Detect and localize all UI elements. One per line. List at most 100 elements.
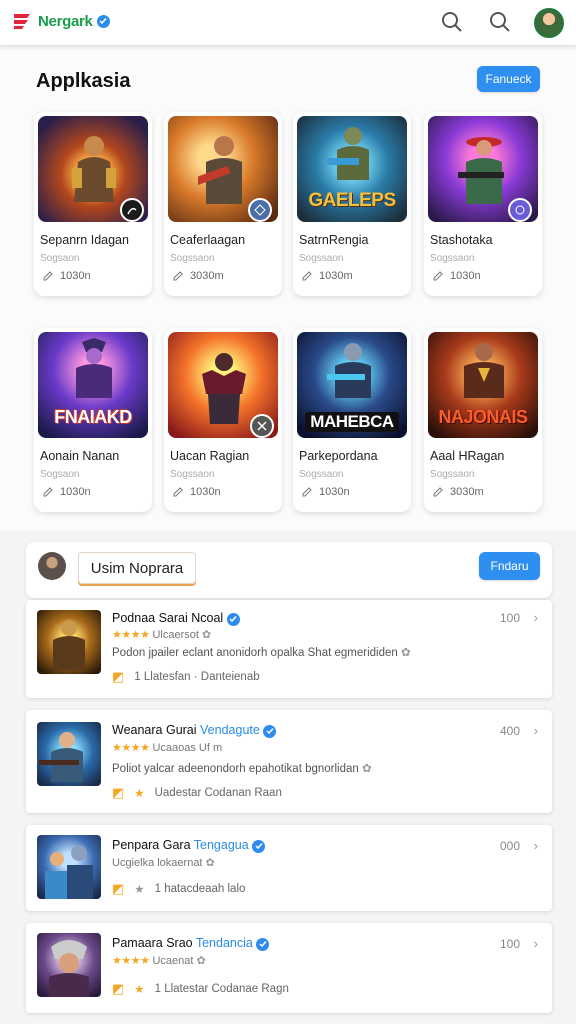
duo-figure-icon xyxy=(45,845,93,899)
app-name: Stashotaka xyxy=(430,233,493,247)
app-name: Ceaferlaagan xyxy=(170,233,246,247)
list-item-title: Penpara Gara Tengagua xyxy=(112,838,266,853)
app-thumbnail: NAJONAIS xyxy=(428,332,538,438)
edit-icon xyxy=(173,271,183,281)
app-name: Uacan Ragian xyxy=(170,449,250,463)
verified-icon xyxy=(96,14,110,28)
app-meta-value: 1030n xyxy=(190,486,221,498)
star-icon: ★ xyxy=(134,788,145,800)
list-item-description: Podon jpailer eclant anonidorh opalka Sh… xyxy=(112,647,411,659)
search-icon[interactable] xyxy=(440,10,464,34)
app-badge-icon xyxy=(248,198,272,222)
chevron-right-icon[interactable]: › xyxy=(534,936,538,951)
app-logo-text: MAHEBCA xyxy=(305,412,399,432)
star-outline-icon: ★ xyxy=(134,884,145,896)
chat-icon: ◩ xyxy=(112,981,125,996)
gunner-figure-icon xyxy=(458,137,504,204)
apps-section-title: Applkasia xyxy=(36,70,131,92)
app-thumbnail: GAELEPS xyxy=(297,116,407,222)
knight-figure-icon xyxy=(464,343,504,398)
app-card[interactable]: MAHEBCA Parkepordana Sogssaon 1030n xyxy=(293,328,411,512)
app-meta-value: 1030n xyxy=(319,486,350,498)
app-logo-text: GAELEPS xyxy=(308,190,396,211)
list-item-description: Poliot yalcar adeenondorh epahotikat bgn… xyxy=(112,763,372,775)
edit-icon xyxy=(43,487,53,497)
chevron-right-icon[interactable]: › xyxy=(534,838,538,853)
app-name: SatrnRengia xyxy=(299,233,369,247)
list-item[interactable]: Podnaa Sarai Ncoal ★★★★ Ulcaersot ✿ Podo… xyxy=(26,600,552,698)
list-item-count: 000 xyxy=(499,839,520,853)
chevron-right-icon[interactable]: › xyxy=(534,610,538,625)
app-name: Parkepordana xyxy=(299,449,378,463)
top-app-bar: Nergark xyxy=(0,0,576,46)
sparkle-icon: ✿ xyxy=(196,955,206,967)
app-card[interactable]: Uacan Ragian Sogssaon 1030n xyxy=(164,328,282,512)
list-item[interactable]: Penpara Gara Tengagua Ucgielka lokaernat… xyxy=(26,825,552,911)
app-category: Sogssaon xyxy=(430,253,475,264)
apps-action-button[interactable]: Fanueck xyxy=(477,66,540,92)
list-section-header: Usim Noprara xyxy=(26,542,552,598)
app-meta-value: 1030n xyxy=(450,270,481,282)
list-item[interactable]: Pamaara Srao Tendancia ★★★★ Ucaenat ✿ ◩ … xyxy=(26,923,552,1013)
mage-figure-icon xyxy=(76,338,112,398)
app-card[interactable]: Stashotaka Sogssaon 1030n xyxy=(424,112,542,296)
list-item-thumbnail xyxy=(37,722,101,786)
app-thumbnail: MAHEBCA xyxy=(297,332,407,438)
brand-logo-icon xyxy=(14,14,30,29)
knight-figure-icon xyxy=(53,620,85,670)
edit-icon xyxy=(433,271,443,281)
list-avatar xyxy=(38,552,66,580)
app-category: Sogssaon xyxy=(430,469,475,480)
list-item-count: 400 xyxy=(499,724,520,738)
sparkle-icon: ✿ xyxy=(401,647,411,659)
app-meta: 1030n xyxy=(172,486,221,498)
list-item-rating: Ucgielka lokaernat ✿ xyxy=(112,856,215,870)
edit-icon xyxy=(43,271,53,281)
app-meta: 3030m xyxy=(172,270,224,282)
list-item[interactable]: Weanara Gurai Vendagute ★★★★ Ucaaoas Uf … xyxy=(26,710,552,813)
app-meta-value: 1030n xyxy=(60,486,91,498)
search-icon[interactable] xyxy=(488,10,512,34)
sparkle-icon: ✿ xyxy=(205,857,215,869)
list-item-rating: ★★★★ Ucaaoas Uf m xyxy=(112,741,223,755)
brand[interactable]: Nergark xyxy=(12,10,110,32)
edit-icon xyxy=(173,487,183,497)
list-action-button[interactable]: Fndaru xyxy=(479,552,540,580)
app-meta-value: 1030n xyxy=(60,270,91,282)
list-item-rating: ★★★★ Ucaenat ✿ xyxy=(112,954,206,968)
app-card[interactable]: NAJONAIS Aaal HRagan Sogssaon 3030m xyxy=(424,328,542,512)
app-name: Aaal HRagan xyxy=(430,449,505,463)
chevron-right-icon[interactable]: › xyxy=(534,723,538,738)
app-card[interactable]: GAELEPS SatrnRengia Sogssaon 1030m xyxy=(293,112,411,296)
warrior-figure-icon xyxy=(72,136,116,202)
verified-icon xyxy=(263,724,277,738)
sparkle-icon: ✿ xyxy=(362,763,372,775)
chat-icon: ◩ xyxy=(112,669,125,684)
app-category: Sogssaon xyxy=(170,469,215,480)
list-item-meta: ◩ ★ Uadestar Codanan Raan xyxy=(112,785,282,800)
verified-icon xyxy=(226,612,240,626)
app-badge-icon xyxy=(120,198,144,222)
app-category: Sogssaon xyxy=(299,253,344,264)
star-rating-icon: ★★★★ xyxy=(112,629,150,641)
character-figure-icon xyxy=(49,940,89,997)
verified-icon xyxy=(256,937,270,951)
edit-icon xyxy=(302,271,312,281)
app-thumbnail: FNAIAKD xyxy=(38,332,148,438)
star-icon: ★ xyxy=(134,984,145,996)
profile-avatar[interactable] xyxy=(534,8,564,38)
app-category: Sogsaon xyxy=(40,253,80,264)
chat-icon: ◩ xyxy=(112,881,125,896)
list-item-meta: ◩ ★ 1 hatacdeaah lalo xyxy=(112,881,246,896)
list-item-rating: ★★★★ Ulcaersot ✿ xyxy=(112,628,212,642)
handshake-icon: ✿ xyxy=(201,629,212,641)
app-card[interactable]: Ceaferlaagan Sogssaon 3030m xyxy=(164,112,282,296)
app-card[interactable]: Sepanrn Idagan Sogsaon 1030n xyxy=(34,112,152,296)
soldier-figure-icon xyxy=(198,136,242,204)
app-card[interactable]: FNAIAKD Aonain Nanan Sogsaon 1030n xyxy=(34,328,152,512)
list-item-thumbnail xyxy=(37,933,101,997)
app-meta: 3030m xyxy=(432,486,484,498)
gunner-figure-icon xyxy=(39,732,83,782)
app-name: Aonain Nanan xyxy=(40,449,120,463)
list-item-title: Podnaa Sarai Ncoal xyxy=(112,611,240,626)
